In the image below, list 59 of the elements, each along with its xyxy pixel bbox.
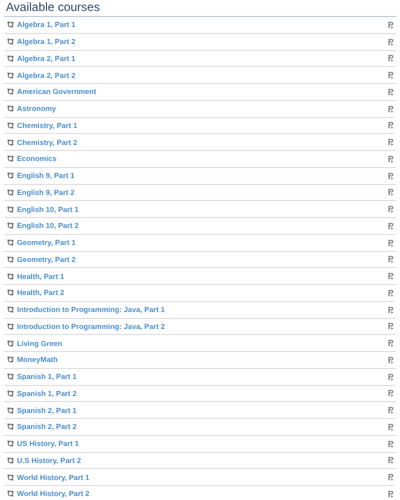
- enrol-icon: [387, 255, 394, 264]
- enrol-icon: [387, 372, 394, 381]
- course-icon: [7, 21, 14, 28]
- course-icon: [7, 222, 14, 230]
- enrol-icon: [387, 20, 394, 29]
- course-icon: [7, 188, 14, 196]
- course-icon: [7, 272, 14, 280]
- course-icon: [7, 440, 14, 448]
- enrol-icon: [387, 172, 394, 180]
- enrol-icon: [387, 306, 394, 314]
- course-icon: [7, 155, 14, 162]
- enrol-icon: [387, 473, 394, 482]
- enrol-icon: [387, 154, 394, 163]
- enrol-icon: [387, 272, 394, 280]
- course-icon: [7, 406, 14, 414]
- enrol-icon: [387, 356, 394, 364]
- enrol-icon: [387, 138, 394, 146]
- enrol-icon: [387, 322, 394, 330]
- enrol-icon: [387, 188, 394, 196]
- course-icon: [7, 340, 14, 347]
- enrol-icon: [387, 121, 394, 130]
- enrol-icon: [387, 288, 394, 297]
- enrol-icon: [387, 422, 394, 431]
- course-icon: [7, 456, 14, 464]
- enrol-icon: [387, 38, 394, 46]
- enrol-icon: [387, 389, 394, 398]
- enrol-icon: [387, 205, 394, 214]
- course-icon: [7, 373, 14, 380]
- course-icon: [7, 423, 14, 430]
- course-icon: [7, 256, 14, 263]
- enrol-icon: [387, 222, 394, 230]
- course-icon: [7, 306, 14, 314]
- enrol-icon: [387, 104, 394, 113]
- enrol-icon: [387, 456, 394, 464]
- course-icon: [7, 105, 14, 112]
- course-icon: [7, 356, 14, 364]
- section-title: Available courses: [4, 0, 396, 17]
- course-icon: [7, 390, 14, 397]
- enrol-icon: [387, 440, 394, 448]
- course-icon: [7, 206, 14, 213]
- enrol-icon: [387, 54, 394, 62]
- enrol-icon: [387, 339, 394, 348]
- course-icon: [7, 54, 14, 62]
- course-icon: [7, 138, 14, 146]
- course-icon: [7, 72, 14, 79]
- enrol-icon: [387, 490, 394, 498]
- enrol-icon: [387, 238, 394, 247]
- course-icon: [7, 172, 14, 180]
- course-icon: [7, 122, 14, 129]
- course-icon: [7, 322, 14, 330]
- course-icon: [7, 38, 14, 46]
- course-icon: [7, 239, 14, 246]
- enrol-icon: [387, 88, 394, 96]
- course-icon: [7, 289, 14, 296]
- course-icon: [7, 88, 14, 96]
- enrol-icon: [387, 71, 394, 80]
- course-icon: [7, 490, 14, 498]
- enrol-icon: [387, 406, 394, 414]
- course-icon: [7, 474, 14, 481]
